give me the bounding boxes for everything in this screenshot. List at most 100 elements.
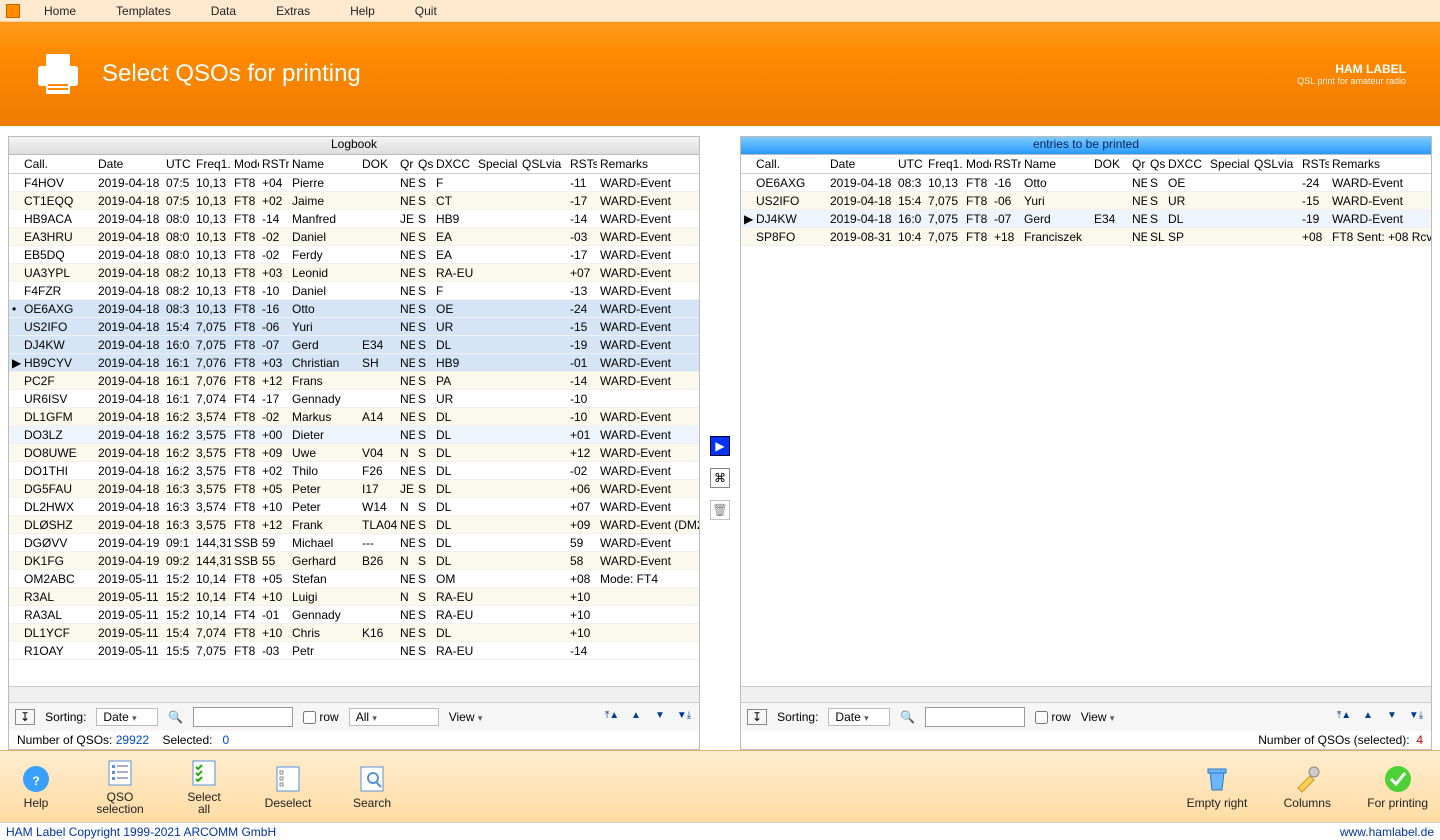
- view-label[interactable]: View ▾: [449, 710, 483, 724]
- edit-button[interactable]: ⌘: [710, 468, 730, 488]
- table-row[interactable]: RA3AL2019-05-1115:210,14FT4-01GennadyNES…: [9, 606, 699, 624]
- menu-quit[interactable]: Quit: [395, 2, 457, 20]
- column-header[interactable]: Qr: [397, 155, 415, 174]
- table-row[interactable]: DL1YCF2019-05-1115:47,074FT8+10ChrisK16N…: [9, 624, 699, 642]
- column-header[interactable]: RSTs: [567, 155, 597, 174]
- table-row[interactable]: ▶HB9CYV2019-04-1816:17,076FT8+03Christia…: [9, 354, 699, 372]
- row-checkbox-2[interactable]: row: [1035, 710, 1070, 724]
- table-row[interactable]: R1OAY2019-05-1115:57,075FT8-03PetrNESRA-…: [9, 642, 699, 660]
- qso-selection-button[interactable]: QSO selection: [96, 758, 144, 815]
- column-header[interactable]: Date: [827, 155, 895, 174]
- menu-templates[interactable]: Templates: [96, 2, 191, 20]
- column-header[interactable]: Freq1.: [925, 155, 963, 174]
- insert-button[interactable]: ↧: [15, 709, 35, 725]
- logbook-hscroll[interactable]: [9, 686, 699, 702]
- column-header[interactable]: DOK: [359, 155, 397, 174]
- table-row[interactable]: DG5FAU2019-04-1816:33,575FT8+05PeterI17J…: [9, 480, 699, 498]
- search-button[interactable]: Search: [348, 764, 396, 809]
- print-hscroll[interactable]: [741, 686, 1431, 702]
- select-all-button[interactable]: Select all: [180, 758, 228, 815]
- column-header[interactable]: Call.: [753, 155, 827, 174]
- column-header[interactable]: Remarks: [597, 155, 699, 174]
- print-header-row[interactable]: Call.DateUTCFreq1.ModeRSTrNameDOKQrQsDXC…: [741, 155, 1431, 174]
- column-header[interactable]: RSTr: [259, 155, 289, 174]
- transfer-right-button[interactable]: ▶: [710, 436, 730, 456]
- table-row[interactable]: OM2ABC2019-05-1115:210,14FT8+05StefanNES…: [9, 570, 699, 588]
- column-header[interactable]: [9, 155, 21, 174]
- column-header[interactable]: UTC: [895, 155, 925, 174]
- sort-field-2[interactable]: Date ▾: [828, 708, 890, 726]
- nav-last[interactable]: ▼⤓: [675, 710, 693, 724]
- delete-button[interactable]: 🗑: [710, 500, 730, 520]
- table-row[interactable]: DJ4KW2019-04-1816:07,075FT8-07GerdE34NES…: [9, 336, 699, 354]
- table-row[interactable]: PC2F2019-04-1816:17,076FT8+12FransNESPA-…: [9, 372, 699, 390]
- deselect-button[interactable]: Deselect: [264, 764, 312, 809]
- table-row[interactable]: ▶DJ4KW2019-04-1816:07,075FT8-07GerdE34NE…: [741, 210, 1431, 228]
- table-row[interactable]: EB5DQ2019-04-1808:010,13FT8-02FerdyNESEA…: [9, 246, 699, 264]
- nav-next[interactable]: ▼: [651, 710, 669, 724]
- column-header[interactable]: DOK: [1091, 155, 1129, 174]
- nav-first[interactable]: ⤒▲: [603, 710, 621, 724]
- table-row[interactable]: DLØSHZ2019-04-1816:33,575FT8+12FrankTLA0…: [9, 516, 699, 534]
- table-row[interactable]: F4FZR2019-04-1808:210,13FT8-10DanielNESF…: [9, 282, 699, 300]
- column-header[interactable]: [741, 155, 753, 174]
- column-header[interactable]: Mode: [231, 155, 259, 174]
- search-input[interactable]: [193, 707, 293, 727]
- column-header[interactable]: UTC: [163, 155, 193, 174]
- home-icon[interactable]: [6, 4, 20, 18]
- view-label-2[interactable]: View ▾: [1081, 710, 1115, 724]
- table-row[interactable]: SP8FO2019-08-3110:47,075FT8+18Franciszek…: [741, 228, 1431, 246]
- table-row[interactable]: DK1FG2019-04-1909:2144,31SSB55GerhardB26…: [9, 552, 699, 570]
- table-row[interactable]: US2IFO2019-04-1815:47,075FT8-06YuriNESUR…: [9, 318, 699, 336]
- nav-prev-2[interactable]: ▲: [1359, 710, 1377, 724]
- column-header[interactable]: Qs: [1147, 155, 1165, 174]
- sort-field[interactable]: Date ▾: [96, 708, 158, 726]
- table-row[interactable]: UR6ISV2019-04-1816:17,074FT4-17GennadyNE…: [9, 390, 699, 408]
- table-row[interactable]: •OE6AXG2019-04-1808:310,13FT8-16OttoNESO…: [9, 300, 699, 318]
- column-header[interactable]: Call.: [21, 155, 95, 174]
- row-checkbox[interactable]: row: [303, 710, 338, 724]
- logbook-grid[interactable]: Call.DateUTCFreq1.ModeRSTrNameDOKQrQsDXC…: [9, 155, 699, 686]
- logbook-header-row[interactable]: Call.DateUTCFreq1.ModeRSTrNameDOKQrQsDXC…: [9, 155, 699, 174]
- column-header[interactable]: Qs: [415, 155, 433, 174]
- table-row[interactable]: DGØVV2019-04-1909:1144,31SSB59Michael---…: [9, 534, 699, 552]
- column-header[interactable]: Qr: [1129, 155, 1147, 174]
- search-input-2[interactable]: [925, 707, 1025, 727]
- table-row[interactable]: R3AL2019-05-1115:210,14FT4+10LuigiNSRA-E…: [9, 588, 699, 606]
- nav-last-2[interactable]: ▼⤓: [1407, 710, 1425, 724]
- column-header[interactable]: Date: [95, 155, 163, 174]
- table-row[interactable]: DO3LZ2019-04-1816:23,575FT8+00DieterNESD…: [9, 426, 699, 444]
- table-row[interactable]: OE6AXG2019-04-1808:310,13FT8-16OttoNESOE…: [741, 174, 1431, 192]
- menu-data[interactable]: Data: [191, 2, 256, 20]
- nav-next-2[interactable]: ▼: [1383, 710, 1401, 724]
- table-row[interactable]: DL2HWX2019-04-1816:33,574FT8+10PeterW14N…: [9, 498, 699, 516]
- table-row[interactable]: US2IFO2019-04-1815:47,075FT8-06YuriNESUR…: [741, 192, 1431, 210]
- column-header[interactable]: Special: [475, 155, 519, 174]
- table-row[interactable]: EA3HRU2019-04-1808:010,13FT8-02DanielNES…: [9, 228, 699, 246]
- column-header[interactable]: QSLvia: [1251, 155, 1299, 174]
- for-printing-button[interactable]: For printing: [1367, 764, 1428, 809]
- menu-home[interactable]: Home: [24, 2, 96, 20]
- table-row[interactable]: HB9ACA2019-04-1808:010,13FT8-14ManfredJE…: [9, 210, 699, 228]
- help-button[interactable]: ? Help: [12, 764, 60, 809]
- menu-extras[interactable]: Extras: [256, 2, 330, 20]
- column-header[interactable]: Name: [289, 155, 359, 174]
- column-header[interactable]: RSTr: [991, 155, 1021, 174]
- column-header[interactable]: QSLvia: [519, 155, 567, 174]
- column-header[interactable]: Mode: [963, 155, 991, 174]
- column-header[interactable]: RSTs: [1299, 155, 1329, 174]
- table-row[interactable]: DO1THI2019-04-1816:23,575FT8+02ThiloF26N…: [9, 462, 699, 480]
- insert-button-2[interactable]: ↧: [747, 709, 767, 725]
- column-header[interactable]: Special: [1207, 155, 1251, 174]
- print-grid[interactable]: Call.DateUTCFreq1.ModeRSTrNameDOKQrQsDXC…: [741, 155, 1431, 686]
- column-header[interactable]: DXCC: [433, 155, 475, 174]
- table-row[interactable]: DL1GFM2019-04-1816:23,574FT8-02MarkusA14…: [9, 408, 699, 426]
- column-header[interactable]: DXCC: [1165, 155, 1207, 174]
- filter-all[interactable]: All ▾: [349, 708, 439, 726]
- column-header[interactable]: Freq1.: [193, 155, 231, 174]
- column-header[interactable]: Remarks: [1329, 155, 1431, 174]
- menu-help[interactable]: Help: [330, 2, 395, 20]
- table-row[interactable]: F4HOV2019-04-1807:510,13FT8+04PierreNESF…: [9, 174, 699, 192]
- nav-first-2[interactable]: ⤒▲: [1335, 710, 1353, 724]
- table-row[interactable]: DO8UWE2019-04-1816:23,575FT8+09UweV04NSD…: [9, 444, 699, 462]
